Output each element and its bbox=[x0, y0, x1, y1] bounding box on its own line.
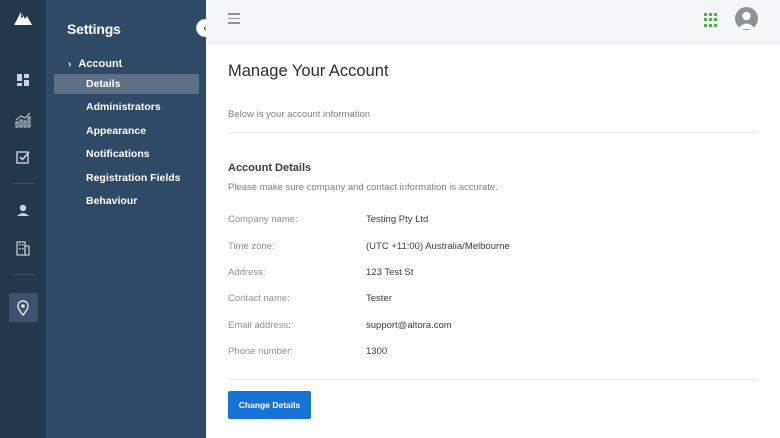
user-avatar-icon[interactable] bbox=[735, 7, 758, 30]
divider bbox=[228, 379, 758, 380]
tasks-icon[interactable] bbox=[11, 145, 35, 169]
field-value: 123 Test St bbox=[366, 267, 414, 278]
field-value: Testing Pty Ltd bbox=[366, 214, 429, 225]
field-row: Address: 123 Test St bbox=[228, 267, 758, 281]
field-row: Contact name: Tester bbox=[228, 293, 758, 307]
nav-item-behaviour[interactable]: Behaviour bbox=[54, 191, 199, 211]
field-label: Contact name: bbox=[228, 293, 290, 304]
nav-item-appearance[interactable]: Appearance bbox=[54, 121, 199, 141]
field-row: Company name: Testing Pty Ltd bbox=[228, 214, 758, 228]
nav-section-account[interactable]: › Account bbox=[68, 58, 122, 70]
analytics-icon[interactable] bbox=[11, 108, 35, 132]
nav-item-details[interactable]: Details bbox=[54, 74, 199, 94]
field-row: Email address: support@altora.com bbox=[228, 320, 758, 334]
change-details-button[interactable]: Change Details bbox=[228, 391, 311, 419]
menu-icon[interactable] bbox=[228, 13, 240, 26]
field-value: Tester bbox=[366, 293, 392, 304]
field-row: Time zone: (UTC +11:00) Australia/Melbou… bbox=[228, 241, 758, 255]
location-pin-icon[interactable] bbox=[11, 296, 35, 320]
top-bar bbox=[206, 0, 780, 43]
rail-divider bbox=[12, 274, 34, 275]
settings-nav: Settings › Account Details Administrator… bbox=[46, 0, 206, 438]
section-description: Please make sure company and contact inf… bbox=[228, 182, 498, 193]
nav-item-notifications[interactable]: Notifications bbox=[54, 144, 199, 164]
nav-item-administrators[interactable]: Administrators bbox=[54, 97, 199, 117]
icon-rail bbox=[0, 0, 46, 438]
logo-icon[interactable] bbox=[12, 9, 34, 27]
field-label: Time zone: bbox=[228, 241, 275, 252]
section-title: Account Details bbox=[228, 162, 312, 174]
field-label: Address: bbox=[228, 267, 266, 278]
nav-title: Settings bbox=[67, 21, 121, 37]
nav-item-registration-fields[interactable]: Registration Fields bbox=[54, 168, 199, 188]
user-icon[interactable] bbox=[11, 198, 35, 222]
nav-section-label: Account bbox=[78, 58, 123, 70]
intro-text: Below is your account information bbox=[228, 109, 371, 120]
field-label: Phone number: bbox=[228, 346, 293, 357]
field-value: 1300 bbox=[366, 346, 388, 357]
rail-divider bbox=[12, 183, 34, 184]
page-title: Manage Your Account bbox=[228, 62, 389, 80]
field-label: Company name: bbox=[228, 214, 298, 225]
chevron-right-icon: › bbox=[68, 58, 72, 70]
field-value: (UTC +11:00) Australia/Melbourne bbox=[366, 241, 510, 252]
building-icon[interactable] bbox=[11, 236, 35, 260]
field-row: Phone number: 1300 bbox=[228, 346, 758, 360]
field-value: support@altora.com bbox=[366, 320, 452, 331]
apps-grid-icon[interactable] bbox=[704, 13, 718, 27]
divider bbox=[228, 132, 758, 133]
field-label: Email address: bbox=[228, 320, 291, 331]
dashboard-icon[interactable] bbox=[11, 68, 35, 92]
